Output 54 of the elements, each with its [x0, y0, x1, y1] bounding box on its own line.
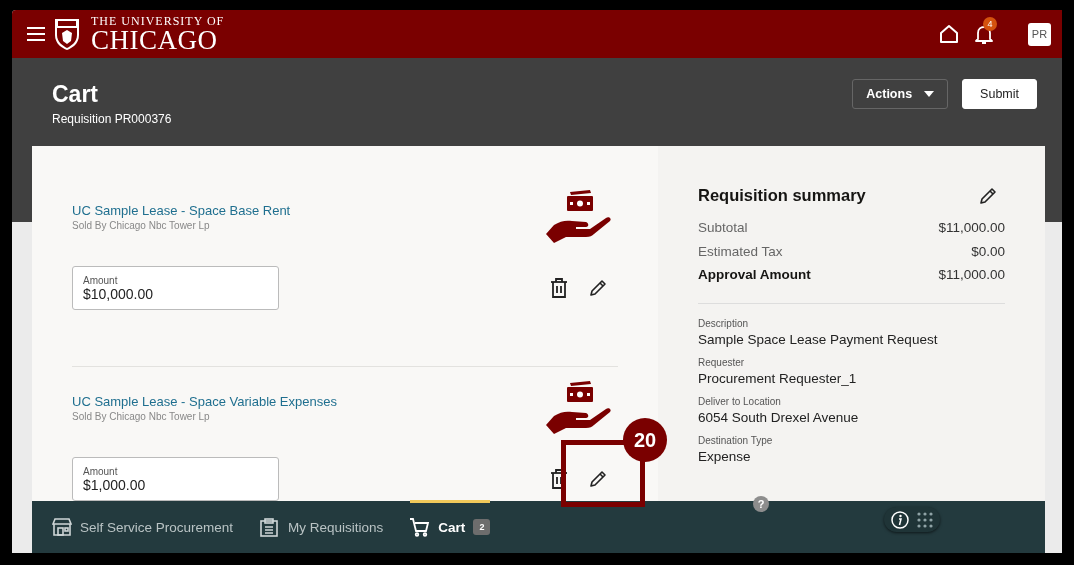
amount-field[interactable]: Amount $1,000.00 [72, 457, 279, 501]
logo-text: THE UNIVERSITY OF [91, 15, 225, 28]
nav-tab[interactable]: My Requisitions [260, 499, 384, 552]
total-value: $11,000.00 [938, 266, 1005, 284]
field-value: Sample Space Lease Payment Request [698, 330, 939, 348]
apps-grid-icon[interactable] [916, 511, 933, 528]
field-label: Destination Type [698, 433, 774, 448]
total-label: Approval Amount [698, 266, 811, 284]
clipboard-icon [260, 517, 281, 537]
field-value: Expense [698, 447, 752, 465]
field-label: Description [698, 316, 750, 331]
info-icon[interactable] [891, 510, 910, 529]
edit-icon[interactable] [979, 186, 997, 205]
crest-icon [54, 17, 80, 51]
supplier-text: Sold By Chicago Nbc Tower Lp [72, 411, 211, 422]
field-label: Requester [698, 355, 746, 370]
total-value: $0.00 [971, 242, 1005, 261]
field-value: 6054 South Drexel Avenue [698, 408, 860, 426]
notification-badge: 4 [983, 17, 997, 31]
item-link[interactable]: UC Sample Lease - Space Variable Expenses [72, 394, 337, 410]
field-label: Amount [83, 465, 119, 477]
field-label: Amount [83, 274, 119, 286]
field-value: $1,000.00 [83, 476, 147, 493]
cart-icon [410, 517, 431, 537]
field-label: Deliver to Location [698, 394, 782, 409]
nav-tab[interactable]: Self Service Procurement [52, 499, 234, 552]
field-value: Procurement Requester_1 [698, 369, 858, 387]
menu-icon[interactable] [27, 27, 45, 41]
bell-icon[interactable] [974, 23, 994, 45]
summary-title: Requisition summary [698, 186, 866, 205]
amount-field[interactable]: Amount $10,000.00 [72, 266, 279, 310]
field-value: $10,000.00 [83, 285, 155, 302]
supplier-text: Sold By Chicago Nbc Tower Lp [72, 220, 211, 231]
trash-icon[interactable] [550, 278, 568, 298]
edit-icon[interactable] [589, 279, 607, 297]
money-hand-icon [546, 381, 612, 435]
total-label: Estimated Tax [698, 242, 783, 261]
count-badge: 2 [473, 519, 491, 535]
submit-button[interactable]: Submit [962, 79, 1037, 109]
logo-text: CHICAGO [91, 28, 219, 53]
actions-menu-button[interactable]: Actions [852, 79, 949, 109]
nav-tab[interactable]: Cart 2 [410, 499, 491, 552]
page-title: Cart [52, 81, 99, 107]
total-label: Subtotal [698, 219, 748, 237]
user-avatar[interactable]: PR [1028, 22, 1051, 46]
trash-icon[interactable] [550, 469, 568, 489]
caret-icon [924, 91, 935, 97]
item-link[interactable]: UC Sample Lease - Space Base Rent [72, 203, 291, 219]
store-icon [52, 517, 72, 537]
requisition-number: Requisition PR000376 [52, 112, 172, 126]
home-icon[interactable] [939, 24, 959, 44]
edit-icon[interactable] [589, 470, 607, 488]
money-hand-icon [546, 190, 612, 244]
total-value: $11,000.00 [938, 219, 1005, 237]
